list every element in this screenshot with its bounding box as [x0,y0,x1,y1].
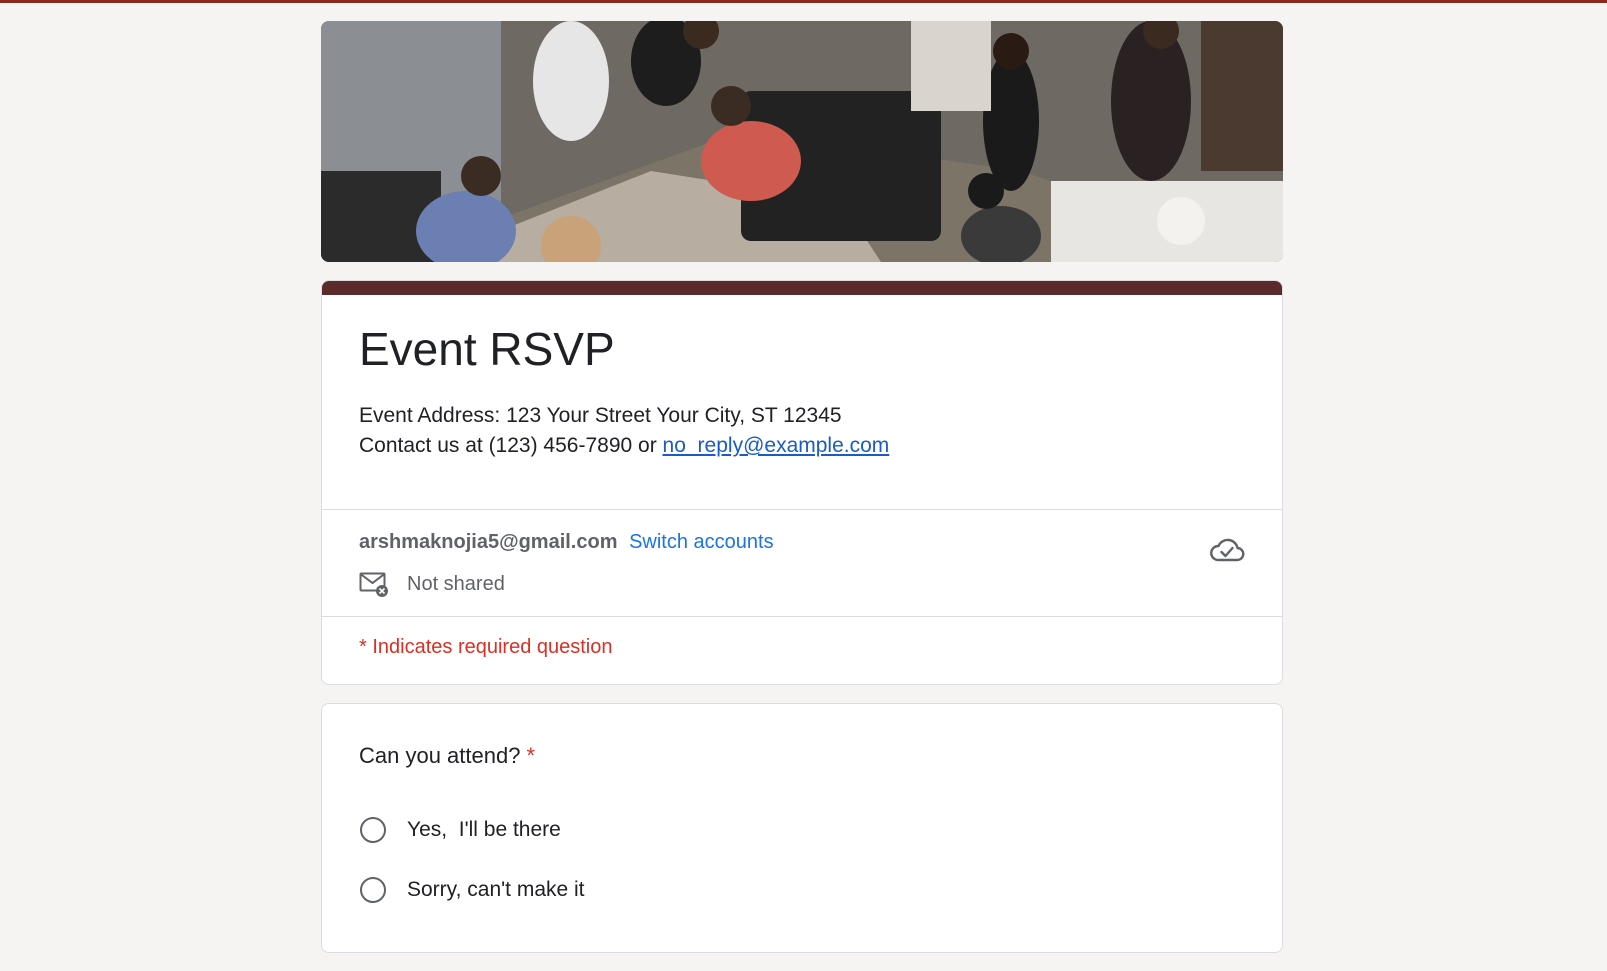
switch-accounts-link[interactable]: Switch accounts [629,531,774,553]
required-asterisk: * [526,743,536,768]
option-label: Sorry, can't make it [407,878,585,901]
form-container: Event RSVP Event Address: 123 Your Stree… [321,21,1283,953]
cloud-saved-icon[interactable] [1209,536,1245,564]
not-shared-label: Not shared [407,572,505,595]
radio-option-no[interactable]: Sorry, can't make it [359,860,1245,920]
radio-button[interactable] [360,877,386,903]
contact-text: Contact us at (123) 456-7890 or [359,434,663,457]
title-section: Event RSVP Event Address: 123 Your Stree… [322,295,1282,509]
form-header-card: Event RSVP Event Address: 123 Your Stree… [321,280,1283,685]
account-email: arshmaknojia5@gmail.com [359,531,618,553]
event-address: Event Address: 123 Your Street Your City… [359,404,842,427]
header-image [321,21,1283,262]
party-photo-illustration [321,21,1283,262]
page-title: Event RSVP [359,323,615,375]
radio-option-yes[interactable]: Yes, I'll be there [359,800,1245,860]
form-description: Event Address: 123 Your Street Your City… [359,401,1245,461]
question-card: Can you attend? * Yes, I'll be there Sorr… [321,703,1283,953]
option-label: Yes, I'll be there [407,818,561,841]
radio-button[interactable] [360,817,386,843]
contact-email-link[interactable]: no_reply@example.com [663,434,890,457]
mail-off-icon [359,572,388,597]
required-question-note: * Indicates required question [359,636,613,658]
question-text: Can you attend? [359,743,521,768]
question-title: Can you attend? * [359,742,1245,770]
contact-line: Contact us at (123) 456-7890 or no_reply… [359,431,1245,461]
account-section: arshmaknojia5@gmail.com Switch accounts … [322,510,1282,616]
top-accent-line [0,0,1607,3]
not-shared-row: Not shared [359,570,1245,598]
account-line: arshmaknojia5@gmail.com Switch accounts [359,530,1245,554]
theme-accent-bar [322,281,1282,295]
